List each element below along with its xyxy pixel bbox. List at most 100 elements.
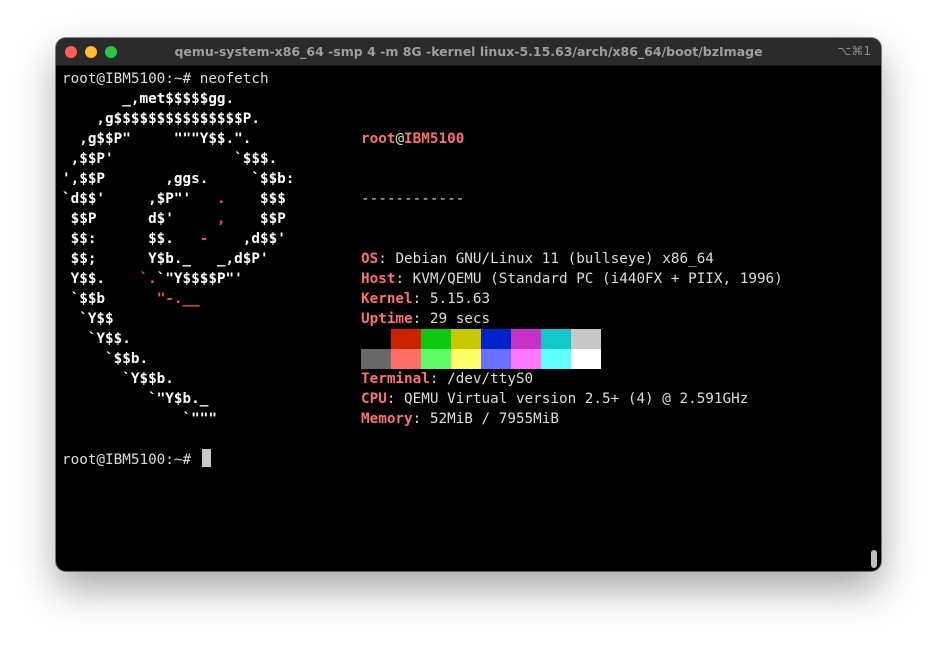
logo-line: $$P d$' , $$P: [62, 209, 294, 229]
logo-segment: ,g$$P" """Y$$.".: [62, 131, 252, 147]
command-line: root@IBM5100:~# neofetch: [62, 69, 269, 89]
info-value: KVM/QEMU (Standard PC (i440FX + PIIX, 19…: [412, 271, 783, 287]
color-swatch-bright-7: [571, 349, 601, 369]
palette-normal-row: [361, 329, 601, 349]
info-row-memory: Memory: 52MiB / 7955MiB: [361, 409, 783, 429]
color-swatch-normal-0: [361, 329, 391, 349]
user-name: root: [361, 131, 396, 147]
logo-segment: `.: [139, 271, 157, 287]
info-row-kernel: Kernel: 5.15.63: [361, 289, 783, 309]
info-separator: :: [386, 391, 405, 407]
info-key: Uptime: [361, 311, 413, 327]
logo-line: `Y$$b.: [62, 369, 294, 389]
logo-segment: `Y$$: [62, 311, 114, 327]
logo-line: `"Y$b._: [62, 389, 294, 409]
color-swatch-normal-3: [451, 329, 481, 349]
logo-segment: ,d$$': [208, 231, 286, 247]
prompt: root@IBM5100:~#: [62, 71, 200, 87]
info-separator: :: [412, 291, 430, 307]
info-key: Memory: [361, 411, 413, 427]
at-sign: @: [395, 131, 405, 147]
user-host-line: root@IBM5100: [361, 129, 783, 149]
terminal-window: qemu-system-x86_64 -smp 4 -m 8G -kernel …: [56, 38, 881, 571]
info-key: CPU: [361, 391, 387, 407]
color-swatch-normal-1: [391, 329, 421, 349]
color-swatch-normal-7: [571, 329, 601, 349]
scrollbar-thumb[interactable]: [871, 550, 877, 568]
color-swatch-normal-6: [541, 329, 571, 349]
logo-line: $$: $$. - ,d$$': [62, 229, 294, 249]
debian-ascii-logo: _,met$$$$$gg. ,g$$$$$$$$$$$$$$$P. ,g$$P"…: [62, 89, 294, 429]
logo-segment: $$P: [225, 211, 286, 227]
logo-line: `""": [62, 409, 294, 429]
logo-segment: $$$: [225, 191, 286, 207]
color-swatch-bright-4: [481, 349, 511, 369]
info-separator: :: [429, 371, 448, 387]
logo-line: ,$$P' `$$$.: [62, 149, 294, 169]
logo-segment: `"Y$$$$P"': [156, 271, 243, 287]
info-row-host: Host: KVM/QEMU (Standard PC (i440FX + PI…: [361, 269, 783, 289]
info-value: 29 secs: [429, 311, 491, 327]
info-value: 52MiB / 7955MiB: [429, 411, 559, 427]
color-swatch-normal-5: [511, 329, 541, 349]
info-value: QEMU Virtual version 2.5+ (4) @ 2.591GHz: [404, 391, 749, 407]
logo-segment: `Y$$.: [62, 331, 131, 347]
logo-segment: ,g$$$$$$$$$$$$$$$P.: [62, 111, 260, 127]
divider-line: ------------: [361, 191, 465, 207]
info-key: Terminal: [361, 371, 430, 387]
info-key: OS: [361, 251, 379, 267]
logo-segment: `""": [62, 411, 217, 427]
info-separator: :: [395, 271, 413, 287]
logo-segment: `"Y$b._: [62, 391, 209, 407]
logo-line: $$; Y$b._ _,d$P': [62, 249, 294, 269]
info-row-uptime: Uptime: 29 secs: [361, 309, 783, 329]
logo-segment: ',$$P ,ggs. `$$b:: [62, 171, 295, 187]
palette-bright-row: [361, 349, 601, 369]
logo-segment: `$$b: [62, 291, 157, 307]
logo-segment: "-.__: [156, 291, 200, 307]
logo-line: ,g$$$$$$$$$$$$$$$P.: [62, 109, 294, 129]
info-value: /dev/ttyS0: [447, 371, 534, 387]
info-value: Debian GNU/Linux 11 (bullseye) x86_64: [395, 251, 714, 267]
logo-segment: .: [216, 191, 226, 207]
logo-segment: Y$$.: [62, 271, 140, 287]
title-bar[interactable]: qemu-system-x86_64 -smp 4 -m 8G -kernel …: [56, 38, 881, 66]
color-swatch-bright-5: [511, 349, 541, 369]
color-swatch-normal-4: [481, 329, 511, 349]
system-info: root@IBM5100 ------------ OS: Debian GNU…: [361, 89, 783, 469]
color-palette: [361, 329, 601, 369]
info-row-terminal: Terminal: /dev/ttyS0: [361, 369, 783, 389]
logo-line: `d$$' ,$P"' . $$$: [62, 189, 294, 209]
color-swatch-bright-6: [541, 349, 571, 369]
logo-segment: `d$$' ,$P"': [62, 191, 217, 207]
color-swatch-bright-2: [421, 349, 451, 369]
logo-line: `$$b.: [62, 349, 294, 369]
logo-segment: $$P d$': [62, 211, 217, 227]
logo-line: ',$$P ,ggs. `$$b:: [62, 169, 294, 189]
logo-segment: $$: $$.: [62, 231, 200, 247]
info-key: Kernel: [361, 291, 413, 307]
logo-line: Y$$. `.`"Y$$$$P"': [62, 269, 294, 289]
info-value: 5.15.63: [429, 291, 491, 307]
logo-line: `Y$$: [62, 309, 294, 329]
logo-segment: `Y$$b.: [62, 371, 174, 387]
logo-segment: ,$$P' `$$$.: [62, 151, 278, 167]
host-name: IBM5100: [404, 131, 465, 147]
logo-line: ,g$$P" """Y$$.".: [62, 129, 294, 149]
logo-line: `$$b "-.__: [62, 289, 294, 309]
logo-line: `Y$$.: [62, 329, 294, 349]
info-row-os: OS: Debian GNU/Linux 11 (bullseye) x86_6…: [361, 249, 783, 269]
info-key: Host: [361, 271, 396, 287]
command-text: neofetch: [199, 71, 269, 87]
color-swatch-bright-0: [361, 349, 391, 369]
logo-segment: ,: [216, 211, 226, 227]
color-swatch-bright-1: [391, 349, 421, 369]
prompt: root@IBM5100:~#: [62, 452, 200, 468]
text-cursor: [201, 449, 211, 467]
logo-segment: $$; Y$b._ _,d$P': [62, 251, 269, 267]
info-separator: :: [412, 411, 430, 427]
window-title: qemu-system-x86_64 -smp 4 -m 8G -kernel …: [174, 44, 763, 59]
info-separator: :: [412, 311, 430, 327]
active-prompt-line[interactable]: root@IBM5100:~#: [62, 449, 211, 470]
logo-segment: _,met$$$$$gg.: [62, 91, 235, 107]
